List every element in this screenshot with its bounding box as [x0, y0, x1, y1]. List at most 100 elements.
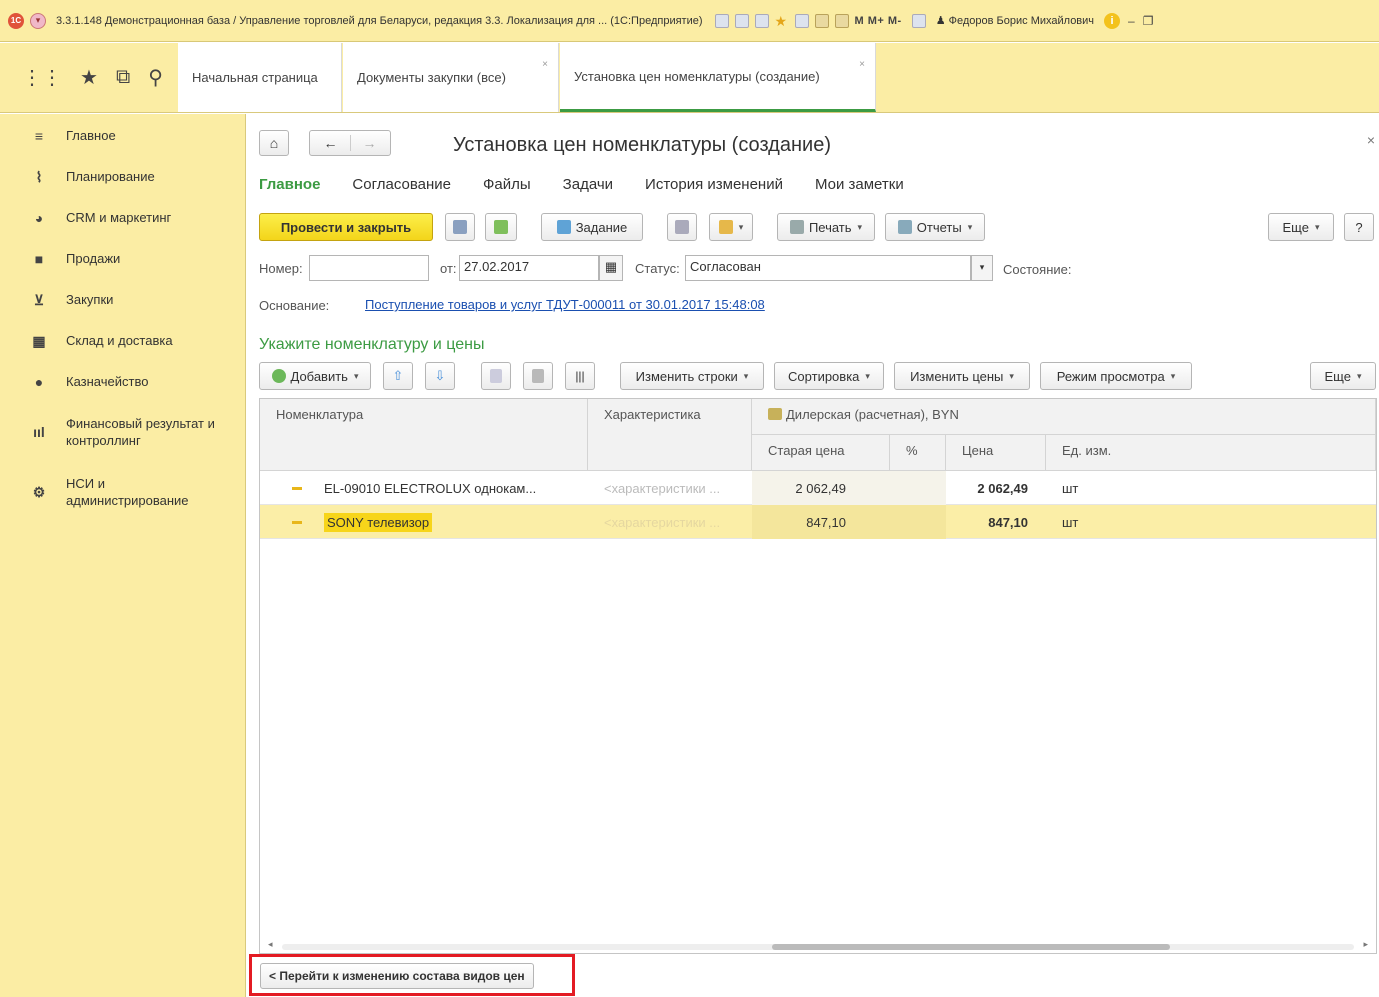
back-arrow-icon[interactable]: ←	[312, 135, 351, 151]
status-label: Статус:	[635, 261, 680, 276]
save-icon[interactable]	[714, 13, 729, 28]
column-header-old-price[interactable]: Старая цена	[752, 435, 890, 471]
tab-home[interactable]: Начальная страница	[178, 43, 342, 112]
more-button[interactable]: Еще ▾	[1268, 213, 1334, 241]
history-icon[interactable]: ⧉	[116, 66, 130, 89]
table-row[interactable]: EL-09010 ELECTROLUX однокам... <характер…	[260, 471, 1376, 505]
form-tab-approval[interactable]: Согласование	[352, 176, 451, 193]
current-user[interactable]: ♟ Федоров Борис Михайлович	[936, 14, 1094, 27]
percent-cell[interactable]	[890, 471, 946, 505]
preview-icon[interactable]	[754, 13, 769, 28]
view-mode-button[interactable]: Режим просмотра ▾	[1040, 362, 1192, 390]
sidebar-item-warehouse[interactable]: ▦ Склад и доставка	[0, 333, 246, 350]
item-cell[interactable]: EL-09010 ELECTROLUX однокам...	[260, 471, 588, 505]
sidebar-item-crm[interactable]: ◕ CRM и маркетинг	[0, 210, 246, 226]
save-button[interactable]	[445, 213, 475, 241]
column-header-item[interactable]: Номенклатура	[260, 399, 588, 471]
memory-buttons[interactable]: M M+ M-	[855, 15, 902, 27]
scroll-left-icon[interactable]: ◂	[268, 939, 273, 950]
sidebar-item-planning[interactable]: ⌇ Планирование	[0, 169, 246, 186]
price-cell[interactable]: 2 062,49	[946, 471, 1046, 505]
tab-price-setting[interactable]: Установка цен номенклатуры (создание) ×	[560, 43, 876, 112]
go-to-price-types-button[interactable]: < Перейти к изменению состава видов цен	[260, 963, 534, 989]
favorites-icon[interactable]: ★	[80, 65, 98, 90]
form-tab-main[interactable]: Главное	[259, 176, 320, 193]
change-prices-button[interactable]: Изменить цены ▾	[894, 362, 1030, 390]
percent-cell[interactable]	[890, 505, 946, 539]
scroll-thumb[interactable]	[772, 944, 1170, 950]
sidebar-item-admin[interactable]: ⚙ НСИ и администрирование	[0, 475, 246, 509]
form-tab-history[interactable]: История изменений	[645, 176, 783, 193]
characteristic-cell[interactable]: <характеристики ...	[588, 471, 752, 505]
row-marker-icon	[292, 520, 302, 524]
post-and-close-button[interactable]: Провести и закрыть	[259, 213, 433, 241]
task-button[interactable]: Задание	[541, 213, 643, 241]
basis-document-link[interactable]: Поступление товаров и услуг ТДУТ-000011 …	[365, 297, 765, 312]
calculator-icon[interactable]	[814, 13, 829, 28]
barcode-button[interactable]: |||	[565, 362, 595, 390]
create-based-on-button[interactable]: ▾	[709, 213, 753, 241]
help-button[interactable]: ?	[1344, 213, 1374, 241]
post-button[interactable]	[485, 213, 517, 241]
app-logo-icon[interactable]: 1С	[8, 12, 24, 29]
forward-arrow-icon[interactable]: →	[351, 135, 389, 151]
info-icon[interactable]: i	[1104, 12, 1121, 29]
close-icon[interactable]: ×	[859, 59, 865, 70]
home-button[interactable]: ⌂	[259, 130, 289, 156]
column-header-characteristic[interactable]: Характеристика	[588, 399, 752, 471]
change-rows-button[interactable]: Изменить строки ▾	[620, 362, 764, 390]
paste-rows-button[interactable]	[523, 362, 553, 390]
calendar-icon[interactable]	[834, 13, 849, 28]
date-field[interactable]: 27.02.2017	[459, 255, 599, 281]
status-dropdown-button[interactable]: ▾	[971, 255, 993, 281]
panel-layout-icon[interactable]	[911, 13, 926, 28]
table-more-button[interactable]: Еще ▾	[1310, 362, 1376, 390]
print-icon[interactable]	[734, 13, 749, 28]
bar-chart-icon: ııl	[33, 424, 45, 440]
item-cell[interactable]: SONY телевизор	[260, 505, 588, 539]
arrow-up-icon: ⇧	[392, 368, 404, 383]
sort-button[interactable]: Сортировка ▾	[774, 362, 884, 390]
add-row-button[interactable]: Добавить ▾	[259, 362, 371, 390]
move-up-button[interactable]: ⇧	[383, 362, 413, 390]
form-tab-notes[interactable]: Мои заметки	[815, 176, 904, 193]
copy-rows-button[interactable]	[481, 362, 511, 390]
sidebar-item-main[interactable]: ≡ Главное	[0, 128, 246, 144]
unit-cell[interactable]: шт	[1046, 471, 1376, 505]
column-header-price[interactable]: Цена	[946, 435, 1046, 471]
menu-lines-icon: ≡	[34, 128, 44, 144]
search-icon[interactable]: ⚲	[148, 65, 163, 90]
tab-purchase-documents[interactable]: Документы закупки (все) ×	[343, 43, 559, 112]
number-field[interactable]	[309, 255, 429, 281]
table-row[interactable]: SONY телевизор <характеристики ... 847,1…	[260, 505, 1376, 539]
scroll-right-icon[interactable]: ▸	[1363, 939, 1368, 950]
sidebar-item-finance[interactable]: ııl Финансовый результат и контроллинг	[0, 415, 246, 449]
history-icon[interactable]	[794, 13, 809, 28]
form-tab-tasks[interactable]: Задачи	[563, 176, 613, 193]
chevron-down-icon: ▾	[979, 262, 985, 272]
sidebar-item-treasury[interactable]: ● Казначейство	[0, 374, 246, 390]
characteristic-cell[interactable]: <характеристики ...	[588, 505, 752, 539]
sidebar-item-purchases[interactable]: ⊻ Закупки	[0, 292, 246, 309]
status-select[interactable]: Согласован	[685, 255, 971, 281]
close-icon[interactable]: ×	[542, 59, 548, 70]
print-button[interactable]: Печать ▾	[777, 213, 875, 241]
main-menu-icon[interactable]: ▾	[30, 12, 46, 29]
sidebar-item-sales[interactable]: ■ Продажи	[0, 251, 246, 267]
restore-icon[interactable]: ❐	[1143, 14, 1154, 28]
column-header-unit[interactable]: Ед. изм.	[1046, 435, 1376, 471]
price-cell[interactable]: 847,10	[946, 505, 1046, 539]
column-header-price-type[interactable]: Дилерская (расчетная), BYN	[752, 399, 1376, 435]
move-down-button[interactable]: ⇩	[425, 362, 455, 390]
minimize-icon[interactable]: –	[1128, 14, 1135, 28]
document-journal-button[interactable]	[667, 213, 697, 241]
unit-cell[interactable]: шт	[1046, 505, 1376, 539]
reports-button[interactable]: Отчеты ▾	[885, 213, 985, 241]
favorites-star-icon[interactable]: ★	[775, 14, 789, 28]
all-sections-icon[interactable]: ⋮⋮	[22, 65, 62, 90]
calendar-picker-button[interactable]: ▦	[599, 255, 623, 281]
form-tab-files[interactable]: Файлы	[483, 176, 531, 193]
horizontal-scrollbar[interactable]: ◂ ▸	[260, 939, 1376, 953]
close-form-icon[interactable]: ×	[1367, 132, 1375, 148]
column-header-percent[interactable]: %	[890, 435, 946, 471]
